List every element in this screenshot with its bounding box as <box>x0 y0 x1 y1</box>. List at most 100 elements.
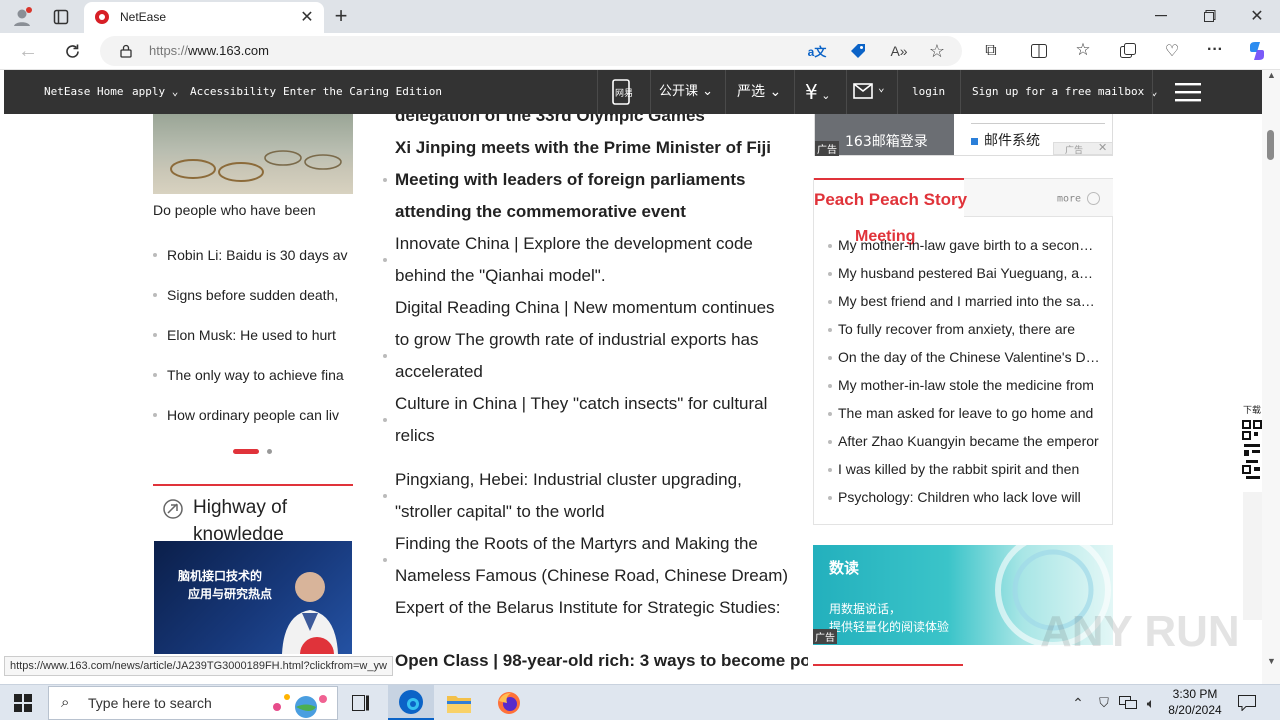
story-title[interactable]: Peach Peach Story <box>814 190 967 210</box>
story-item[interactable]: I was killed by the rabbit spirit and th… <box>838 461 1100 477</box>
news-headline[interactable]: Xi Jinping meets with the Prime Minister… <box>395 132 771 164</box>
nav-app-download[interactable]: 网易 <box>608 78 634 106</box>
task-view-icon[interactable] <box>350 693 372 713</box>
nav-yanxuan[interactable]: 严选 ⌄ <box>737 70 781 114</box>
story-item[interactable]: My best friend and I married into the sa… <box>838 293 1100 309</box>
collections-icon[interactable] <box>1117 40 1139 62</box>
glasses-photo[interactable] <box>153 114 353 194</box>
news-headline[interactable]: behind the "Qianhai model". <box>395 260 606 292</box>
read-aloud-icon[interactable]: A» <box>888 41 910 61</box>
left-news-item[interactable]: Signs before sudden death, <box>167 287 353 303</box>
story-item[interactable]: After Zhao Kuangyin became the emperor <box>838 433 1100 449</box>
network-icon[interactable] <box>1118 693 1138 713</box>
taskbar-edge-button[interactable] <box>388 685 434 720</box>
carousel-dot[interactable] <box>267 449 272 454</box>
close-ad-icon[interactable]: ✕ <box>1098 141 1107 154</box>
qr-code-icon[interactable] <box>1242 420 1262 480</box>
windows-start-icon[interactable] <box>12 693 34 713</box>
more-menu-icon[interactable]: ··· <box>1204 39 1226 61</box>
security-tray-icon[interactable]: ⛉ <box>1094 693 1114 713</box>
minimize-icon[interactable] <box>1150 5 1172 27</box>
story-item[interactable]: To fully recover from anxiety, there are <box>838 321 1100 337</box>
news-headline[interactable]: Digital Reading China | New momentum con… <box>395 292 775 324</box>
story-more-link[interactable]: more <box>1057 192 1101 205</box>
new-tab-icon[interactable]: + <box>330 3 352 28</box>
video-thumbnail[interactable]: 脑机接口技术的 应用与研究热点 <box>154 541 352 654</box>
news-headline[interactable]: Expert of the Belarus Institute for Stra… <box>395 592 781 624</box>
news-headline[interactable]: relics <box>395 420 435 452</box>
favorites-icon[interactable]: ☆ <box>1072 39 1094 61</box>
news-headline[interactable]: Culture in China | They "catch insects" … <box>395 388 767 420</box>
hamburger-menu-icon[interactable] <box>1175 82 1201 102</box>
search-icon: ⌕ <box>61 694 70 711</box>
news-headline[interactable]: Meeting with leaders of foreign parliame… <box>395 164 745 196</box>
mail-login-image[interactable]: 163邮箱登录 广告 <box>815 114 954 156</box>
close-tab-icon[interactable]: ✕ <box>298 8 316 26</box>
story-item[interactable]: The man asked for leave to go home and <box>838 405 1100 421</box>
news-headline[interactable]: Pingxiang, Hebei: Industrial cluster upg… <box>395 464 742 496</box>
profile-icon[interactable] <box>10 5 34 29</box>
news-headline[interactable]: attending the commemorative event <box>395 196 686 228</box>
carousel-dot-active[interactable] <box>233 449 259 454</box>
scroll-down-icon[interactable]: ▼ <box>1267 656 1276 666</box>
shopping-tag-icon[interactable] <box>848 41 868 61</box>
chevron-down-icon: ⌄ <box>817 89 831 102</box>
story-item[interactable]: My mother-in-law stole the medicine from <box>838 377 1100 393</box>
mail-system-item[interactable]: 邮件系统 <box>971 130 1040 150</box>
scroll-up-icon[interactable]: ▲ <box>1267 70 1276 80</box>
news-headline[interactable]: "stroller capital" to the world <box>395 496 605 528</box>
video-title-line2: 应用与研究热点 <box>188 587 273 601</box>
news-headline[interactable]: Nameless Famous (Chinese Road, Chinese D… <box>395 560 788 592</box>
nav-login[interactable]: login <box>912 70 945 114</box>
nav-mail[interactable]: ⌄ <box>853 81 891 101</box>
translate-icon[interactable]: a文 <box>806 42 828 60</box>
refresh-icon[interactable] <box>60 40 84 62</box>
file-explorer-icon[interactable] <box>446 690 472 716</box>
left-news-item[interactable]: The only way to achieve fina <box>167 367 353 383</box>
url-field[interactable]: https://www.163.com a文 A» ☆ <box>100 36 962 66</box>
taskbar-search-box[interactable]: ⌕ Type here to search <box>48 686 338 720</box>
firefox-icon[interactable] <box>496 690 522 716</box>
notifications-icon[interactable] <box>1236 693 1258 713</box>
vertical-scrollbar[interactable]: ▲ ▼ <box>1262 70 1280 684</box>
maximize-icon[interactable] <box>1199 5 1221 27</box>
copilot-icon[interactable] <box>1245 39 1269 63</box>
news-headline[interactable]: accelerated <box>395 356 483 388</box>
news-headline[interactable]: Open Class | 98-year-old rich: 3 ways to… <box>395 645 808 677</box>
performance-icon[interactable]: ♡ <box>1161 40 1183 62</box>
story-item[interactable]: My husband pestered Bai Yueguang, and I <box>838 265 1100 281</box>
left-news-item[interactable]: Elon Musk: He used to hurt <box>167 327 353 343</box>
split-screen-icon[interactable] <box>1028 40 1050 62</box>
news-headline[interactable]: Finding the Roots of the Martyrs and Mak… <box>395 528 758 560</box>
news-headline[interactable]: to grow The growth rate of industrial ex… <box>395 324 758 356</box>
photo-caption[interactable]: Do people who have been <box>153 202 316 218</box>
nav-apply[interactable]: apply ⌄ <box>132 70 178 114</box>
tab-actions-icon[interactable] <box>50 6 72 28</box>
nav-open-course[interactable]: 公开课 ⌄ <box>659 70 713 114</box>
ad-close-bar[interactable]: 广告 ✕ <box>1053 141 1113 156</box>
show-hidden-icons-icon[interactable]: ⌃ <box>1068 693 1088 713</box>
nav-caring-edition[interactable]: Enter the Caring Edition <box>283 70 442 114</box>
left-news-item[interactable]: Robin Li: Baidu is 30 days av <box>167 247 353 263</box>
nav-netease-home[interactable]: NetEase Home <box>44 70 123 114</box>
back-icon[interactable]: ← <box>16 40 40 62</box>
story-item[interactable]: Psychology: Children who lack love will <box>838 489 1100 505</box>
story-item[interactable]: On the day of the Chinese Valentine's Da… <box>838 349 1100 365</box>
volume-icon[interactable]: 🔈︎ <box>1141 693 1161 713</box>
section-title[interactable]: Highway of <box>193 497 287 519</box>
story-item[interactable]: My mother-in-law gave birth to a second … <box>838 237 1100 253</box>
lock-icon[interactable] <box>118 43 134 59</box>
mail-ad-box[interactable]: 163邮箱登录 广告 邮件系统 广告 ✕ <box>814 114 1113 156</box>
favorite-star-icon[interactable]: ☆ <box>926 40 948 62</box>
extensions-icon[interactable]: ⧉ <box>980 40 1002 62</box>
nav-shopping[interactable]: ¥ ⌄ <box>805 70 830 114</box>
left-news-item[interactable]: How ordinary people can liv <box>167 407 353 423</box>
browser-tab[interactable]: NetEase ✕ <box>84 2 324 33</box>
close-window-icon[interactable]: ✕ <box>1246 5 1268 27</box>
scroll-thumb[interactable] <box>1267 130 1274 160</box>
clock[interactable]: 3:30 PM 8/20/2024 <box>1164 686 1226 720</box>
news-headline[interactable]: Innovate China | Explore the development… <box>395 228 753 260</box>
nav-accessibility[interactable]: Accessibility <box>190 70 276 114</box>
news-headline[interactable]: delegation of the 33rd Olympic Games <box>395 114 705 132</box>
nav-signup[interactable]: Sign up for a free mailbox ⌄ <box>972 70 1157 114</box>
